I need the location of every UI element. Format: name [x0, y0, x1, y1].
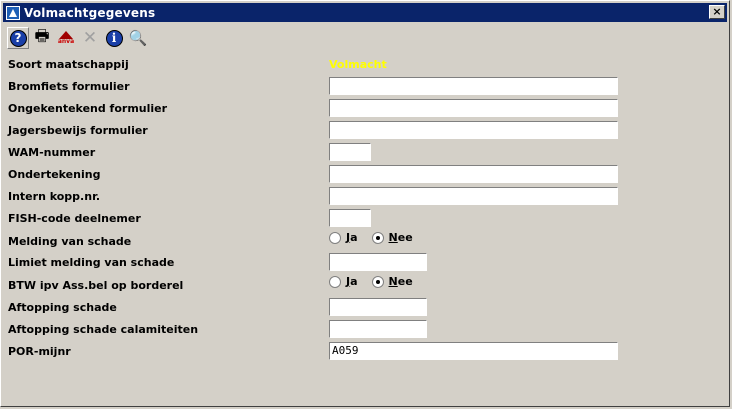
- row-jagersbewijs: Jagersbewijs formulier: [8, 121, 708, 141]
- jagersbewijs-formulier-input[interactable]: [329, 121, 618, 139]
- label-fish-code: FISH-code deelnemer: [8, 212, 141, 225]
- row-wam: WAM-nummer: [8, 143, 708, 163]
- aftopping-schade-input[interactable]: [329, 298, 427, 316]
- label-aftopping-schade: Aftopping schade: [8, 301, 117, 314]
- row-fish: FISH-code deelnemer: [8, 209, 708, 229]
- label-bromfiets-formulier: Bromfiets formulier: [8, 80, 130, 93]
- info-button[interactable]: i: [103, 27, 125, 49]
- label-melding-van-schade: Melding van schade: [8, 235, 132, 248]
- search-icon: 🔍: [128, 29, 148, 47]
- print-button[interactable]: 🖶: [31, 25, 53, 49]
- row-btw: BTW ipv Ass.bel op borderel Ja Nee: [8, 274, 708, 294]
- label-wam-nummer: WAM-nummer: [8, 146, 96, 159]
- fish-code-input[interactable]: [329, 209, 371, 227]
- radio-nee-label: Nee: [388, 231, 413, 244]
- row-por: POR-mijnr A059: [8, 342, 708, 362]
- row-aftopping-cal: Aftopping schade calamiteiten: [8, 320, 708, 340]
- help-button[interactable]: ?: [7, 27, 29, 49]
- row-intern: Intern kopp.nr.: [8, 187, 708, 207]
- btw-radio-group: Ja Nee: [329, 275, 427, 288]
- value-soort-maatschappij: Volmacht: [329, 58, 387, 71]
- row-ondertekening: Ondertekening: [8, 165, 708, 185]
- btw-radio-ja[interactable]: Ja: [329, 275, 358, 288]
- radio-nee-label: Nee: [388, 275, 413, 288]
- window-title: Volmachtgegevens: [24, 5, 156, 20]
- label-limiet-melding: Limiet melding van schade: [8, 256, 175, 269]
- radio-nee-circle[interactable]: [371, 231, 384, 244]
- row-soort: Soort maatschappij Volmacht: [8, 55, 708, 75]
- btw-radio-nee[interactable]: Nee: [371, 275, 413, 288]
- form-area: Soort maatschappij Volmacht Bromfiets fo…: [5, 53, 727, 398]
- help-icon: ?: [9, 29, 27, 47]
- label-soort-maatschappij: Soort maatschappij: [8, 58, 129, 71]
- row-aftopping: Aftopping schade: [8, 298, 708, 318]
- info-icon: i: [105, 29, 123, 47]
- radio-ja-circle[interactable]: [329, 231, 341, 244]
- radio-nee-circle[interactable]: [371, 275, 384, 288]
- label-ondertekening: Ondertekening: [8, 168, 101, 181]
- melding-radio-ja[interactable]: Ja: [329, 231, 358, 244]
- melding-radio-group: Ja Nee: [329, 231, 427, 244]
- label-jagersbewijs-formulier: Jagersbewijs formulier: [8, 124, 148, 137]
- bromfiets-formulier-input[interactable]: [329, 77, 618, 95]
- title-bar: Volmachtgegevens ×: [3, 3, 727, 22]
- row-ongekentekend: Ongekentekend formulier: [8, 99, 708, 119]
- label-ongekentekend-formulier: Ongekentekend formulier: [8, 102, 168, 115]
- radio-ja-label: Ja: [346, 231, 358, 244]
- row-bromfiets: Bromfiets formulier: [8, 77, 708, 97]
- label-aftopping-calamiteiten: Aftopping schade calamiteiten: [8, 323, 199, 336]
- delete-icon: ✕: [82, 28, 98, 48]
- limiet-melding-input[interactable]: [329, 253, 427, 271]
- radio-ja-label: Ja: [346, 275, 358, 288]
- delete-button[interactable]: ✕: [79, 27, 101, 49]
- close-button[interactable]: ×: [709, 5, 725, 19]
- toolbar: ? 🖶 anva ✕ i 🔍: [7, 25, 725, 51]
- aftopping-calamiteiten-input[interactable]: [329, 320, 427, 338]
- melding-radio-nee[interactable]: Nee: [371, 231, 413, 244]
- row-limiet: Limiet melding van schade: [8, 253, 708, 273]
- row-melding: Melding van schade Ja Nee: [8, 230, 708, 250]
- radio-ja-circle[interactable]: [329, 275, 341, 288]
- intern-kopp-nr-input[interactable]: [329, 187, 618, 205]
- label-intern-kopp-nr: Intern kopp.nr.: [8, 190, 101, 203]
- search-button[interactable]: 🔍: [127, 27, 149, 49]
- app-icon: [6, 5, 20, 20]
- printer-icon: 🖶: [34, 25, 50, 45]
- ongekentekend-formulier-input[interactable]: [329, 99, 618, 117]
- label-btw-ipv-ass-bel: BTW ipv Ass.bel op borderel: [8, 279, 184, 292]
- anva-button[interactable]: anva: [55, 27, 77, 49]
- volmachtgegevens-window: Volmachtgegevens × ? 🖶 anva ✕ i 🔍 Soort …: [0, 0, 730, 407]
- ondertekening-input[interactable]: [329, 165, 618, 183]
- anva-icon-label: anva: [57, 38, 75, 45]
- por-mijnr-input[interactable]: A059: [329, 342, 618, 360]
- label-por-mijnr: POR-mijnr: [8, 345, 71, 358]
- wam-nummer-input[interactable]: [329, 143, 371, 161]
